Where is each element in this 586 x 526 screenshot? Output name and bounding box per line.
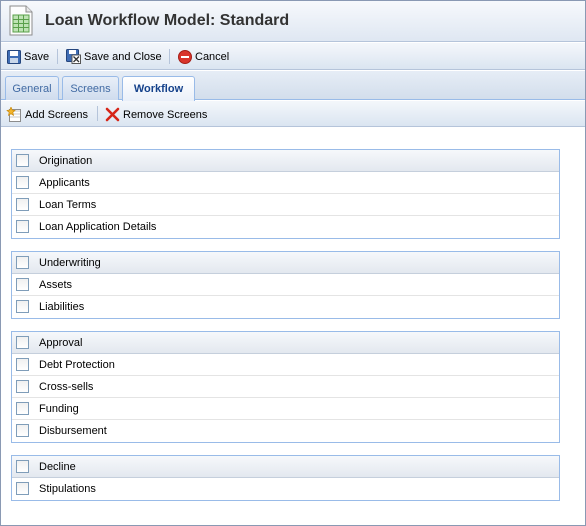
spreadsheet-icon (9, 5, 33, 36)
tab-screens[interactable]: Screens (62, 76, 119, 100)
save-label: Save (24, 50, 50, 63)
group-header-label: Underwriting (39, 257, 101, 269)
list-item-label: Assets (39, 279, 73, 291)
item-checkbox[interactable] (16, 198, 29, 211)
list-item-label: Applicants (39, 177, 90, 189)
save-and-close-label: Save and Close (84, 50, 162, 63)
list-item: Stipulations (12, 478, 559, 500)
toolbar-divider (57, 49, 58, 64)
workflow-toolbar: Add Screens Remove Screens (1, 101, 585, 127)
save-and-close-button[interactable]: Save and Close (66, 48, 162, 65)
remove-x-icon (105, 107, 120, 122)
toolbar-divider (97, 106, 98, 121)
workflow-group-origination: Origination Applicants Loan Terms Loan A… (11, 149, 560, 239)
list-item-label: Disbursement (39, 425, 107, 437)
list-item: Loan Application Details (12, 216, 559, 238)
list-item-label: Liabilities (39, 301, 85, 313)
add-screens-icon (6, 107, 21, 122)
remove-screens-label: Remove Screens (123, 108, 208, 121)
item-checkbox[interactable] (16, 176, 29, 189)
cancel-label: Cancel (195, 50, 230, 63)
cancel-icon (178, 49, 192, 64)
list-item-label: Debt Protection (39, 359, 115, 371)
tab-strip: General Screens Workflow (1, 71, 585, 101)
group-checkbox[interactable] (16, 154, 29, 167)
list-item: Liabilities (12, 296, 559, 318)
add-screens-button[interactable]: Add Screens (6, 106, 88, 123)
group-header: Origination (12, 150, 559, 172)
save-close-icon (66, 49, 81, 64)
group-header: Approval (12, 332, 559, 354)
list-item-label: Loan Application Details (39, 221, 157, 233)
save-button[interactable]: Save (7, 48, 49, 65)
toolbar-divider (169, 49, 170, 64)
title-bar: Loan Workflow Model: Standard (1, 1, 585, 42)
group-checkbox[interactable] (16, 256, 29, 269)
remove-screens-button[interactable]: Remove Screens (105, 106, 207, 123)
item-checkbox[interactable] (16, 402, 29, 415)
item-checkbox[interactable] (16, 220, 29, 233)
group-header: Decline (12, 456, 559, 478)
list-item: Assets (12, 274, 559, 296)
item-checkbox[interactable] (16, 358, 29, 371)
page-title: Loan Workflow Model: Standard (45, 12, 290, 29)
list-item-label: Cross-sells (39, 381, 94, 393)
group-checkbox[interactable] (16, 460, 29, 473)
group-checkbox[interactable] (16, 336, 29, 349)
group-header: Underwriting (12, 252, 559, 274)
tab-workflow[interactable]: Workflow (122, 76, 195, 101)
add-screens-label: Add Screens (25, 108, 88, 121)
list-item-label: Funding (39, 403, 79, 415)
group-header-label: Origination (39, 155, 93, 167)
workflow-window: Loan Workflow Model: Standard Save Save … (0, 0, 586, 526)
item-checkbox[interactable] (16, 300, 29, 313)
group-header-label: Approval (39, 337, 83, 349)
list-item: Applicants (12, 172, 559, 194)
list-item: Disbursement (12, 420, 559, 442)
save-icon (7, 49, 21, 64)
item-checkbox[interactable] (16, 424, 29, 437)
workflow-group-decline: Decline Stipulations (11, 455, 560, 501)
item-checkbox[interactable] (16, 278, 29, 291)
workflow-group-underwriting: Underwriting Assets Liabilities (11, 251, 560, 319)
list-item-label: Loan Terms (39, 199, 97, 211)
list-item: Cross-sells (12, 376, 559, 398)
tab-general[interactable]: General (5, 76, 59, 100)
cancel-button[interactable]: Cancel (178, 48, 229, 65)
list-item: Funding (12, 398, 559, 420)
list-item: Debt Protection (12, 354, 559, 376)
main-toolbar: Save Save and Close Cancel (1, 43, 585, 70)
workflow-group-approval: Approval Debt Protection Cross-sells Fun… (11, 331, 560, 443)
item-checkbox[interactable] (16, 482, 29, 495)
list-item: Loan Terms (12, 194, 559, 216)
list-item-label: Stipulations (39, 483, 96, 495)
group-header-label: Decline (39, 461, 76, 473)
item-checkbox[interactable] (16, 380, 29, 393)
